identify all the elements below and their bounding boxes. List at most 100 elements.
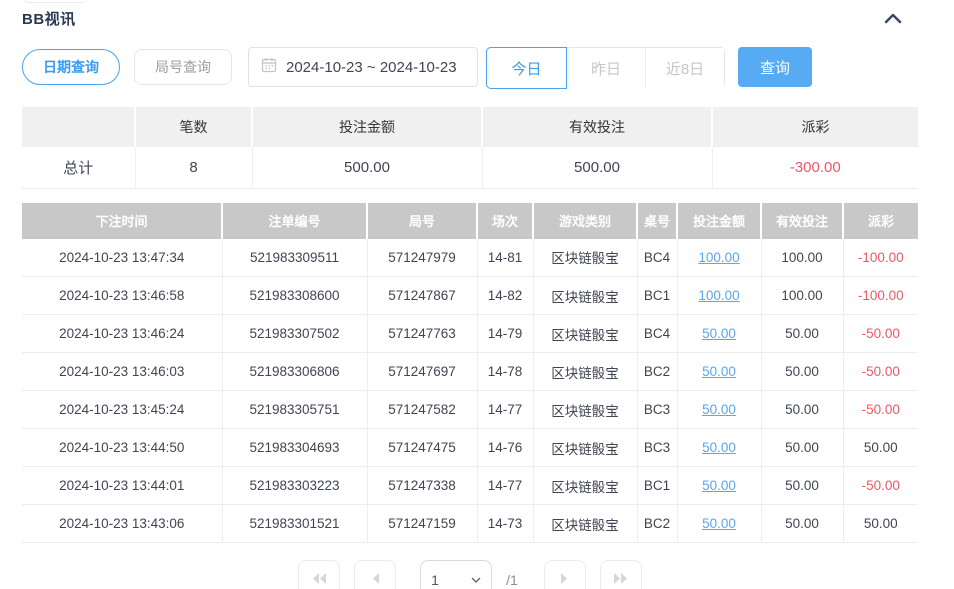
cell-table-no: BC4 <box>637 239 677 277</box>
table-row: 2024-10-23 13:45:24 521983305751 5712475… <box>22 391 918 429</box>
cell-round: 571247867 <box>367 277 477 315</box>
date-query-tab[interactable]: 日期查询 <box>22 49 120 85</box>
cell-time: 2024-10-23 13:46:03 <box>22 353 222 391</box>
pagination: 1 /1 <box>22 560 918 589</box>
cell-session: 14-73 <box>477 505 533 543</box>
bet-amount-link[interactable]: 100.00 <box>698 288 739 303</box>
cell-order: 521983306806 <box>222 353 367 391</box>
cell-payout: -50.00 <box>843 353 918 391</box>
date-range-value: 2024-10-23 ~ 2024-10-23 <box>286 59 457 76</box>
bet-amount-link[interactable]: 50.00 <box>702 516 736 531</box>
cell-table-no: BC3 <box>637 429 677 467</box>
page-select-value: 1 <box>431 572 439 588</box>
bet-records-table: 下注时间 注单编号 局号 场次 游戏类别 桌号 投注金额 有效投注 派彩 202… <box>22 203 918 544</box>
table-row: 2024-10-23 13:46:58 521983308600 5712478… <box>22 277 918 315</box>
cell-round: 571247475 <box>367 429 477 467</box>
arrow-right-icon <box>560 572 569 588</box>
first-page-button[interactable] <box>298 560 340 589</box>
collapse-panel-button[interactable] <box>880 11 906 26</box>
cell-game: 区块链骰宝 <box>533 505 637 543</box>
round-query-tab[interactable]: 局号查询 <box>134 49 232 85</box>
cell-game: 区块链骰宝 <box>533 467 637 505</box>
table-row: 2024-10-23 13:44:01 521983303223 5712473… <box>22 467 918 505</box>
col-header-bet-amount: 投注金额 <box>677 203 761 239</box>
table-row: 2024-10-23 13:46:24 521983307502 5712477… <box>22 315 918 353</box>
cell-time: 2024-10-23 13:43:06 <box>22 505 222 543</box>
cell-valid: 50.00 <box>761 429 843 467</box>
quick-date-yesterday[interactable]: 昨日 <box>566 48 645 88</box>
col-header-game-type: 游戏类别 <box>533 203 637 239</box>
cell-order: 521983307502 <box>222 315 367 353</box>
summary-total-row: 总计 8 500.00 500.00 -300.00 <box>22 147 918 188</box>
cell-bet: 100.00 <box>677 239 761 277</box>
cell-order: 521983305751 <box>222 391 367 429</box>
cell-order: 521983304693 <box>222 429 367 467</box>
cell-round: 571247338 <box>367 467 477 505</box>
cell-game: 区块链骰宝 <box>533 239 637 277</box>
cell-session: 14-76 <box>477 429 533 467</box>
cell-payout: -50.00 <box>843 467 918 505</box>
bet-table-header-row: 下注时间 注单编号 局号 场次 游戏类别 桌号 投注金额 有效投注 派彩 <box>22 203 918 239</box>
bet-amount-link[interactable]: 50.00 <box>702 478 736 493</box>
cell-game: 区块链骰宝 <box>533 353 637 391</box>
date-range-input[interactable]: 2024-10-23 ~ 2024-10-23 <box>248 47 478 87</box>
quick-date-last8days[interactable]: 近8日 <box>645 48 724 88</box>
query-button[interactable]: 查询 <box>738 47 812 87</box>
prev-page-button[interactable] <box>354 560 396 589</box>
cell-round: 571247979 <box>367 239 477 277</box>
cell-time: 2024-10-23 13:44:50 <box>22 429 222 467</box>
last-page-button[interactable] <box>600 560 642 589</box>
cell-bet: 50.00 <box>677 505 761 543</box>
col-header-valid-bet: 有效投注 <box>761 203 843 239</box>
summary-header-payout: 派彩 <box>712 107 918 147</box>
col-header-table-number: 桌号 <box>637 203 677 239</box>
cell-payout: -100.00 <box>843 239 918 277</box>
quick-date-today[interactable]: 今日 <box>487 48 566 88</box>
bet-amount-link[interactable]: 100.00 <box>698 250 739 265</box>
chevron-down-icon <box>471 574 481 586</box>
calendar-icon <box>261 57 277 78</box>
quick-date-group: 今日 昨日 近8日 <box>486 47 725 87</box>
summary-table: 笔数 投注金额 有效投注 派彩 总计 8 500.00 500.00 -300.… <box>22 107 918 189</box>
cell-valid: 100.00 <box>761 277 843 315</box>
cell-table-no: BC4 <box>637 315 677 353</box>
cell-valid: 100.00 <box>761 239 843 277</box>
cell-order: 521983301521 <box>222 505 367 543</box>
arrow-left-icon <box>371 572 380 588</box>
bet-amount-link[interactable]: 50.00 <box>702 440 736 455</box>
cell-time: 2024-10-23 13:45:24 <box>22 391 222 429</box>
cell-round: 571247159 <box>367 505 477 543</box>
double-arrow-left-icon <box>311 572 327 588</box>
cell-table-no: BC3 <box>637 391 677 429</box>
col-header-session: 场次 <box>477 203 533 239</box>
summary-total-label: 总计 <box>22 147 135 188</box>
cell-table-no: BC1 <box>637 467 677 505</box>
table-row: 2024-10-23 13:46:03 521983306806 5712476… <box>22 353 918 391</box>
col-header-order-number: 注单编号 <box>222 203 367 239</box>
cell-valid: 50.00 <box>761 391 843 429</box>
summary-bet-amount-value: 500.00 <box>252 147 482 188</box>
summary-header-bet-amount: 投注金额 <box>252 107 482 147</box>
cell-session: 14-78 <box>477 353 533 391</box>
double-arrow-right-icon <box>613 572 629 588</box>
bet-amount-link[interactable]: 50.00 <box>702 326 736 341</box>
bet-amount-link[interactable]: 50.00 <box>702 364 736 379</box>
cell-round: 571247763 <box>367 315 477 353</box>
summary-valid-bet-value: 500.00 <box>482 147 712 188</box>
cell-bet: 50.00 <box>677 467 761 505</box>
cell-game: 区块链骰宝 <box>533 315 637 353</box>
summary-count-value: 8 <box>135 147 252 188</box>
cell-payout: 50.00 <box>843 429 918 467</box>
cell-session: 14-77 <box>477 391 533 429</box>
summary-header-valid-bet: 有效投注 <box>482 107 712 147</box>
bet-amount-link[interactable]: 50.00 <box>702 402 736 417</box>
summary-payout-value: -300.00 <box>712 147 918 188</box>
cell-game: 区块链骰宝 <box>533 277 637 315</box>
page-select[interactable]: 1 <box>420 560 492 589</box>
cell-bet: 50.00 <box>677 391 761 429</box>
table-row: 2024-10-23 13:43:06 521983301521 5712471… <box>22 505 918 543</box>
cell-order: 521983303223 <box>222 467 367 505</box>
cell-valid: 50.00 <box>761 353 843 391</box>
next-page-button[interactable] <box>544 560 586 589</box>
cell-bet: 50.00 <box>677 353 761 391</box>
